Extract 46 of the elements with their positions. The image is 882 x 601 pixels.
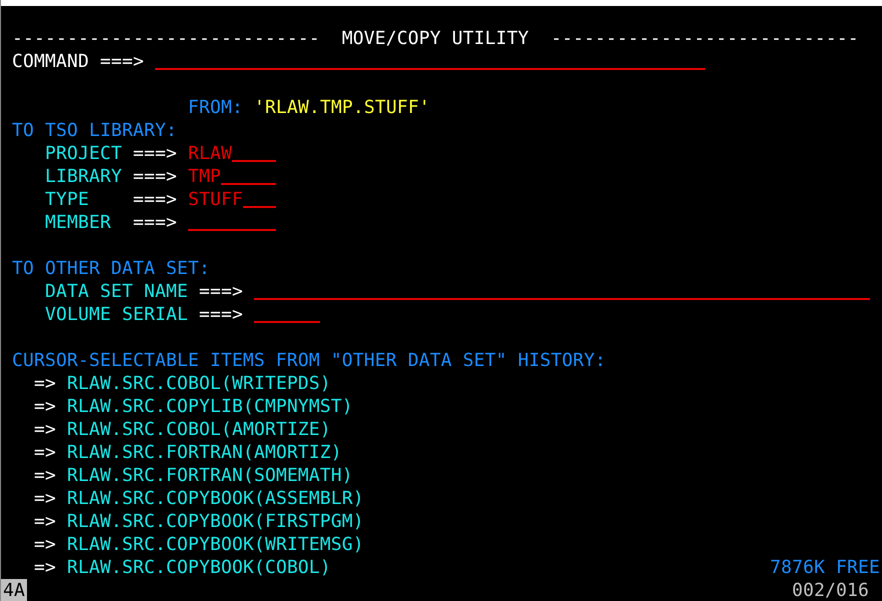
history-item[interactable]: RLAW.SRC.COBOL(WRITEPDS)	[67, 372, 331, 395]
free-space: 7876K FREE	[770, 556, 881, 579]
input-field[interactable]: RLAW	[188, 143, 276, 164]
item-marker: =>	[34, 464, 56, 487]
field-label: MEMBER	[45, 211, 112, 234]
section-heading: TO OTHER DATA SET:	[12, 257, 210, 280]
field-label: LIBRARY	[45, 165, 122, 188]
field-label: PROJECT	[45, 142, 122, 165]
item-marker: =>	[34, 418, 56, 441]
section-heading: TO TSO LIBRARY:	[12, 119, 177, 142]
prompt-arrow: ===>	[198, 280, 243, 303]
prompt-arrow: ===>	[198, 303, 243, 326]
item-marker: =>	[34, 533, 56, 556]
field-label: TYPE	[45, 188, 90, 211]
title-rule: ----------------------------	[550, 27, 859, 50]
item-marker: =>	[34, 395, 56, 418]
field-label: VOLUME SERIAL	[45, 303, 188, 326]
title-rule: ----------------------------	[12, 27, 320, 50]
input-field[interactable]: STUFF	[188, 189, 276, 210]
history-item[interactable]: RLAW.SRC.COBOL(AMORTIZE)	[67, 418, 331, 441]
prompt-arrow: ===>	[100, 50, 144, 73]
session-indicator: 4A	[1, 579, 27, 601]
history-item[interactable]: RLAW.SRC.FORTRAN(SOMEMATH)	[67, 464, 353, 487]
history-item[interactable]: RLAW.SRC.COPYBOOK(WRITEMSG)	[67, 533, 364, 556]
item-marker: =>	[34, 510, 56, 533]
from-label: FROM:	[188, 96, 243, 119]
history-item[interactable]: RLAW.SRC.COPYBOOK(COBOL)	[67, 556, 331, 579]
prompt-arrow: ===>	[133, 211, 177, 234]
history-item[interactable]: RLAW.SRC.COPYLIB(CMPNYMST)	[67, 395, 353, 418]
cursor-position: 002/016	[792, 579, 870, 601]
from-data-set: 'RLAW.TMP.STUFF'	[254, 96, 430, 119]
item-marker: =>	[34, 441, 56, 464]
prompt-arrow: ===>	[133, 142, 177, 165]
screen-title: MOVE/COPY UTILITY	[342, 27, 529, 50]
item-marker: =>	[34, 487, 56, 510]
section-heading: CURSOR-SELECTABLE ITEMS FROM "OTHER DATA SET" HISTORY:	[12, 349, 606, 372]
field-label: DATA SET NAME	[45, 280, 188, 303]
history-item[interactable]: RLAW.SRC.FORTRAN(AMORTIZ)	[67, 441, 342, 464]
history-item[interactable]: RLAW.SRC.COPYBOOK(ASSEMBLR)	[67, 487, 364, 510]
item-marker: =>	[34, 556, 56, 579]
prompt-arrow: ===>	[133, 165, 177, 188]
prompt-arrow: ===>	[133, 188, 177, 211]
item-marker: =>	[34, 372, 56, 395]
history-item[interactable]: RLAW.SRC.COPYBOOK(FIRSTPGM)	[67, 510, 364, 533]
input-field[interactable]: TMP	[188, 166, 276, 187]
command-label: COMMAND	[12, 50, 89, 73]
